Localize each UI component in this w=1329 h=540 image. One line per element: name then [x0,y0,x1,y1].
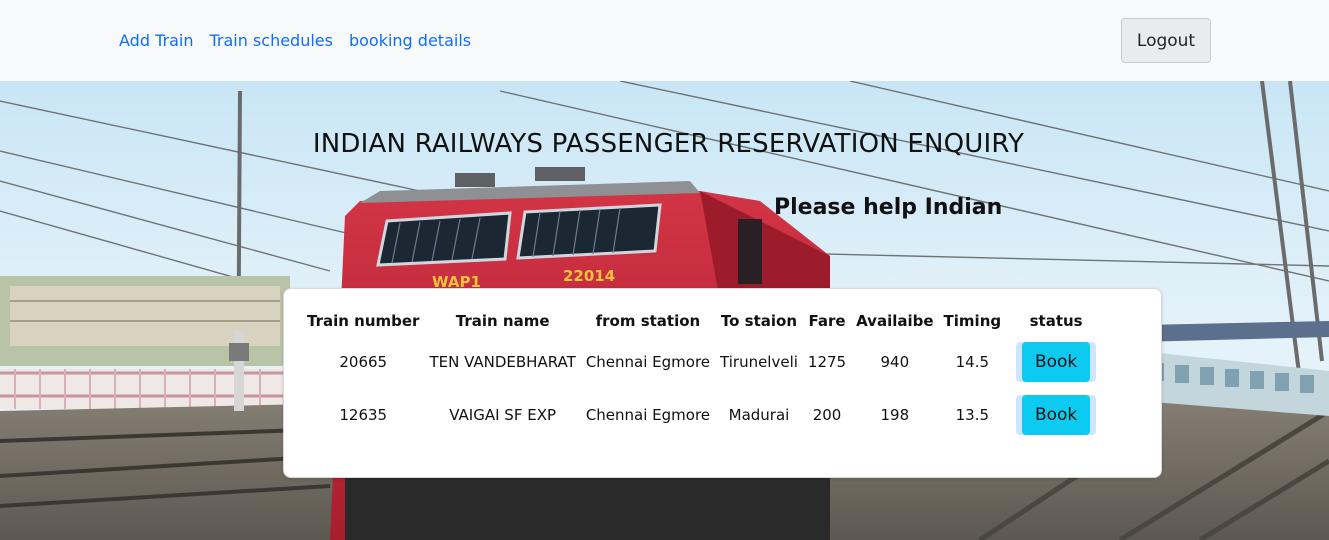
table-row: 20665 TEN VANDEBHARAT Chennai Egmore Tir… [302,335,1106,388]
cell-timing: 13.5 [955,405,990,424]
nav-link-add-train[interactable]: Add Train [119,31,193,50]
train-table: Train number Train name from station To … [302,307,1106,441]
train-table-card: Train number Train name from station To … [283,288,1162,478]
navbar: Add Train Train schedules booking detail… [0,0,1329,81]
header-available: Availaibe [856,312,934,330]
table-row: 12635 VAIGAI SF EXP Chennai Egmore Madur… [302,388,1106,441]
book-button[interactable]: Book [1022,394,1091,435]
cell-train-number: 20665 [339,352,388,371]
hero-section: WAP1 22014 INDIAN RAILWAYS PASSENGER RES… [0,81,1329,540]
header-train-number: Train number [307,312,420,330]
locomotive-number-text: 22014 [563,267,615,285]
nav-link-train-schedules[interactable]: Train schedules [209,31,333,50]
cell-available: 198 [880,405,910,424]
header-train-name: Train name [455,312,550,330]
header-timing: Timing [943,312,1002,330]
cell-status: Book [1006,388,1106,441]
logout-button[interactable]: Logout [1121,18,1211,63]
cell-train-number: 12635 [339,405,388,424]
cell-to-station: Tirunelveli [720,352,798,371]
nav-links: Add Train Train schedules booking detail… [119,31,471,50]
cell-available: 940 [880,352,910,371]
cell-fare: 200 [812,405,842,424]
book-button[interactable]: Book [1022,341,1091,382]
header-status: status [1029,312,1083,330]
page-subtitle: Please help Indian [774,195,1003,220]
cell-from-station: Chennai Egmore [585,352,711,371]
cell-status: Book [1006,335,1106,388]
cell-timing: 14.5 [955,352,990,371]
cell-train-name: VAIGAI SF EXP [449,405,557,424]
cell-fare: 1275 [807,352,847,371]
cell-to-station: Madurai [728,405,790,424]
nav-link-booking-details[interactable]: booking details [349,31,471,50]
page-title: INDIAN RAILWAYS PASSENGER RESERVATION EN… [312,129,1025,159]
header-to-station: To staion [720,312,798,330]
header-from-station: from station [595,312,701,330]
cell-train-name: TEN VANDEBHARAT [429,352,576,371]
table-header-row: Train number Train name from station To … [302,307,1106,335]
header-fare: Fare [808,312,846,330]
cell-from-station: Chennai Egmore [585,405,711,424]
